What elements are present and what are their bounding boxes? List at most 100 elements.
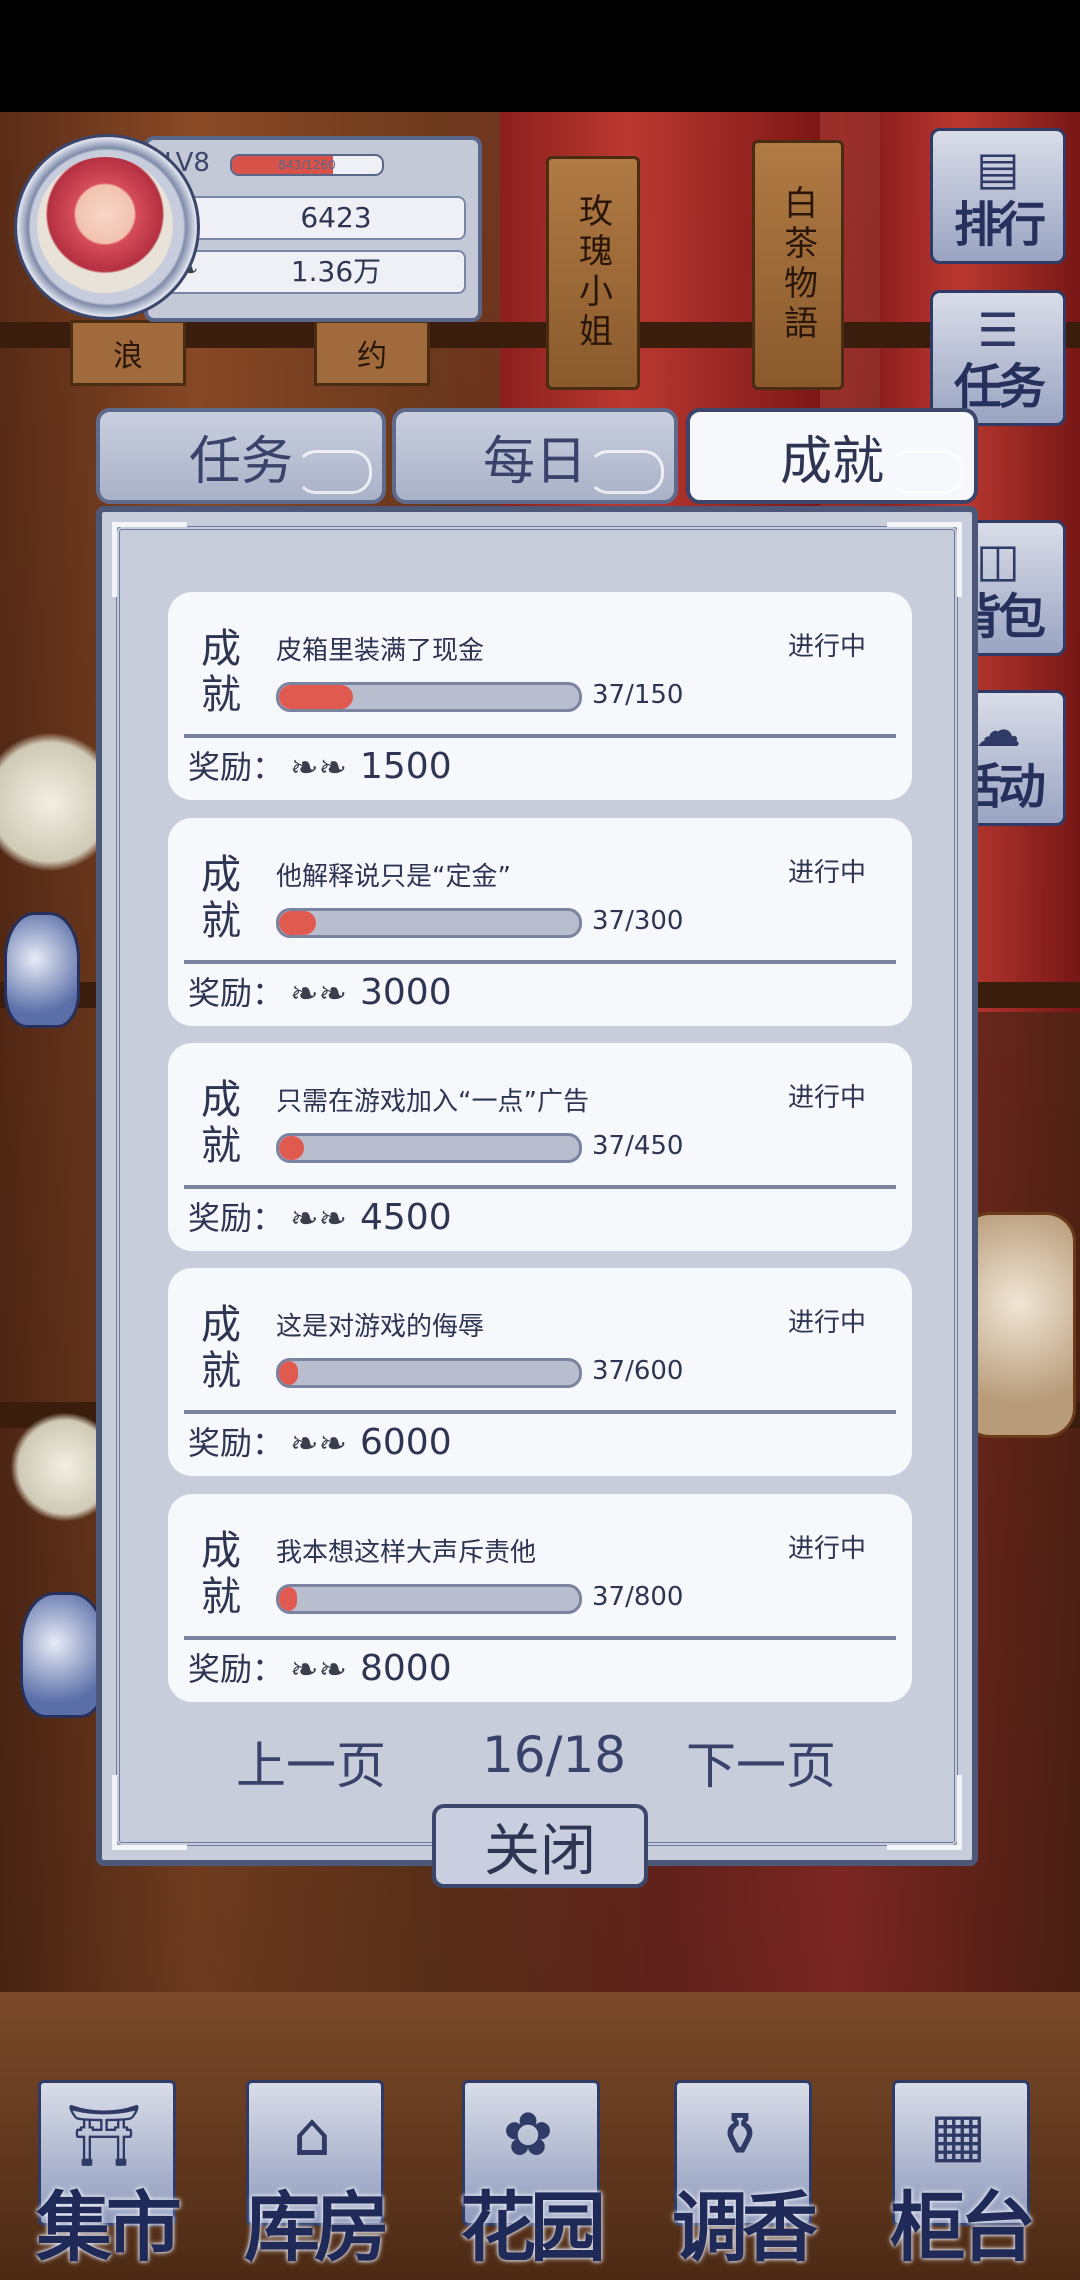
leaf-icon: ❧❧ xyxy=(290,974,347,1014)
nav-label: 库房 xyxy=(244,2183,390,2272)
side-button-label: 排行 xyxy=(953,197,1046,253)
achievement-type-label: 成就 xyxy=(201,626,241,718)
leaf-count: 1.36万 xyxy=(290,255,382,288)
achievement-card: 成就 他解释说只是“定金” 进行中 37/300 奖励： ❧❧ 3000 xyxy=(168,818,912,1026)
achievement-type-label: 成就 xyxy=(201,1302,241,1394)
xp-text: 843/1260 xyxy=(278,158,336,172)
nav-warehouse[interactable]: ⌂ 库房 xyxy=(238,2080,390,2272)
reward-label: 奖励： xyxy=(188,1650,285,1688)
achievement-progress-fill xyxy=(279,1587,297,1611)
tab-achievement[interactable]: 成就 xyxy=(686,408,978,504)
garden-icon: ✿ xyxy=(502,2100,554,2170)
leaf-icon: ❧❧ xyxy=(290,1650,347,1690)
achievement-card: 成就 我本想这样大声斥责他 进行中 37/800 奖励： ❧❧ 8000 xyxy=(168,1494,912,1702)
achievement-title: 皮箱里装满了现金 xyxy=(276,636,485,666)
achievement-progress-text: 37/450 xyxy=(592,1131,684,1161)
vase xyxy=(20,1592,106,1718)
achievement-title: 我本想这样大声斥责他 xyxy=(276,1538,537,1568)
frame-corner-ornament xyxy=(887,522,962,597)
reward-label: 奖励： xyxy=(188,748,285,786)
divider xyxy=(184,1185,896,1189)
leaf-currency: ❧ 1.36万 xyxy=(166,250,466,294)
achievement-progress-fill xyxy=(279,1361,298,1385)
reward-amount: 1500 xyxy=(360,746,452,787)
divider xyxy=(184,734,896,738)
achievement-type-label: 成就 xyxy=(201,852,241,944)
close-button[interactable]: 关闭 xyxy=(432,1804,648,1888)
avatar-frame[interactable] xyxy=(14,134,200,320)
reward-label: 奖励： xyxy=(188,974,285,1012)
achievement-progress-bar xyxy=(276,682,582,712)
frame-corner-ornament xyxy=(112,1775,187,1850)
cloud-ornament xyxy=(296,450,372,494)
wooden-tag: 玫瑰小姐 xyxy=(546,156,640,390)
achievement-title: 只需在游戏加入“一点”广告 xyxy=(276,1087,589,1117)
wooden-sign: 约 xyxy=(314,320,430,386)
reward-label: 奖励： xyxy=(188,1199,285,1237)
side-button-task[interactable]: ☰ 任务 xyxy=(930,290,1066,426)
prev-page-button[interactable]: 上一页 xyxy=(236,1726,386,1798)
achievement-title: 这是对游戏的侮辱 xyxy=(276,1312,485,1342)
achievement-progress-fill xyxy=(279,685,354,709)
next-page-button[interactable]: 下一页 xyxy=(686,1726,836,1798)
nav-label: 集市 xyxy=(36,2183,182,2272)
nav-garden[interactable]: ✿ 花园 xyxy=(454,2080,606,2272)
petal-count: 6423 xyxy=(300,201,372,234)
reward-amount: 4500 xyxy=(360,1197,452,1238)
wooden-sign: 浪 xyxy=(70,320,186,386)
achievement-status: 进行中 xyxy=(787,1083,866,1113)
xp-bar: 843/1260 xyxy=(230,154,384,176)
achievement-title: 他解释说只是“定金” xyxy=(276,862,511,892)
divider xyxy=(184,960,896,964)
wooden-tag: 白茶物語 xyxy=(752,140,844,390)
reward-amount: 6000 xyxy=(360,1422,452,1463)
leaf-icon: ❧❧ xyxy=(290,1424,347,1464)
cloud-ornament xyxy=(888,450,964,494)
leaf-icon: ❧❧ xyxy=(290,1199,347,1239)
side-button-label: 任务 xyxy=(953,359,1046,415)
nav-label: 柜台 xyxy=(890,2183,1036,2272)
frame-corner-ornament xyxy=(887,1775,962,1850)
player-profile[interactable]: LV8 843/1260 ❦ 6423 ❧ 1.36万 xyxy=(14,128,482,322)
achievement-status: 进行中 xyxy=(787,1534,866,1564)
achievement-progress-bar xyxy=(276,908,582,938)
nav-perfume[interactable]: ⚱ 调香 xyxy=(666,2080,818,2272)
achievement-status: 进行中 xyxy=(787,1308,866,1338)
achievement-progress-fill xyxy=(279,1136,304,1160)
nav-label: 花园 xyxy=(460,2183,606,2272)
achievement-type-label: 成就 xyxy=(201,1077,241,1169)
achievement-card: 成就 这是对游戏的侮辱 进行中 37/600 奖励： ❧❧ 6000 xyxy=(168,1268,912,1476)
leaf-icon: ❧❧ xyxy=(290,748,347,788)
achievement-progress-bar xyxy=(276,1358,582,1388)
achievement-progress-text: 37/300 xyxy=(592,906,684,936)
achievement-card: 成就 只需在游戏加入“一点”广告 进行中 37/450 奖励： ❧❧ 4500 xyxy=(168,1043,912,1251)
warehouse-icon: ⌂ xyxy=(292,2100,332,2170)
nav-label: 调香 xyxy=(672,2183,818,2272)
market-icon: ⛩ xyxy=(65,2101,143,2171)
reward-label: 奖励： xyxy=(188,1424,285,1462)
nav-market[interactable]: ⛩ 集市 xyxy=(30,2080,182,2272)
tab-task[interactable]: 任务 xyxy=(96,408,386,504)
reward-amount: 8000 xyxy=(360,1648,452,1689)
achievement-progress-bar xyxy=(276,1584,582,1614)
nav-counter[interactable]: ▦ 柜台 xyxy=(884,2080,1036,2272)
achievement-status: 进行中 xyxy=(787,632,866,662)
tab-daily[interactable]: 每日 xyxy=(392,408,678,504)
achievement-progress-fill xyxy=(279,911,316,935)
page-indicator: 16/18 xyxy=(482,1726,627,1784)
reward-amount: 3000 xyxy=(360,972,452,1013)
achievement-type-label: 成就 xyxy=(201,1528,241,1620)
achievement-progress-text: 37/150 xyxy=(592,680,684,710)
counter-icon: ▦ xyxy=(929,2100,987,2170)
frame-corner-ornament xyxy=(112,522,187,597)
achievement-progress-text: 37/600 xyxy=(592,1356,684,1386)
divider xyxy=(184,1410,896,1414)
side-button-ranking[interactable]: ▤ 排行 xyxy=(930,128,1066,264)
achievement-progress-text: 37/800 xyxy=(592,1582,684,1612)
avatar[interactable] xyxy=(37,157,173,293)
achievement-card: 成就 皮箱里装满了现金 进行中 37/150 奖励： ❧❧ 1500 xyxy=(168,592,912,800)
status-bar xyxy=(0,0,1080,112)
perfume-icon: ⚱ xyxy=(714,2100,766,2170)
achievement-progress-bar xyxy=(276,1133,582,1163)
achievement-status: 进行中 xyxy=(787,858,866,888)
